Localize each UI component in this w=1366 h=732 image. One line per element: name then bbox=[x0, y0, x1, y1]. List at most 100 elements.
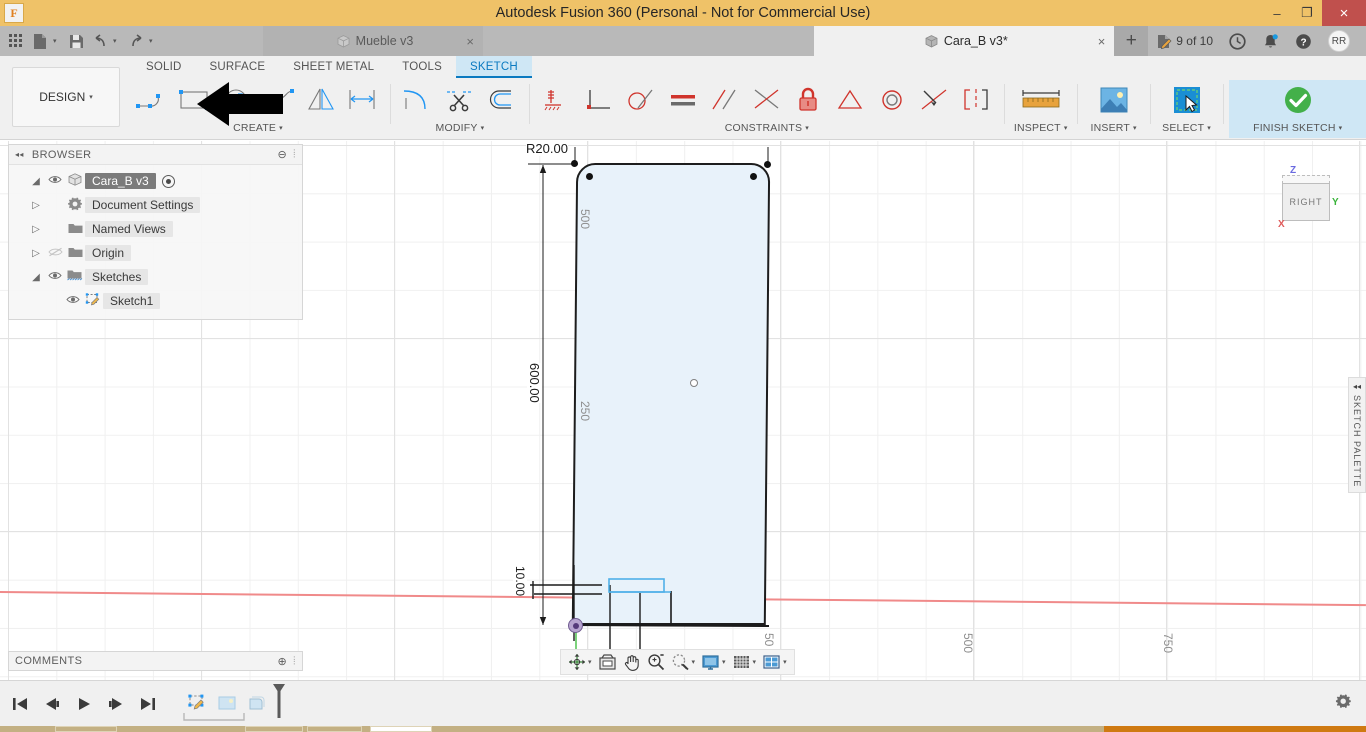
taskbar-item-active[interactable] bbox=[370, 726, 432, 732]
panel-label-constraints[interactable]: CONSTRAINTS ▾ bbox=[725, 120, 809, 136]
radius-dimension-label[interactable]: R20.00 bbox=[526, 141, 568, 156]
new-tab-button[interactable]: + bbox=[1114, 26, 1149, 56]
visibility-eye-icon[interactable] bbox=[45, 175, 65, 187]
activate-component-radio[interactable] bbox=[161, 174, 175, 188]
minimize-icon[interactable]: ⊖ bbox=[278, 148, 288, 161]
restore-button[interactable]: ❐ bbox=[1292, 0, 1322, 26]
dimension-icon[interactable] bbox=[342, 80, 384, 120]
sketch-origin-point[interactable] bbox=[568, 618, 583, 633]
perpendicular-icon[interactable] bbox=[578, 80, 620, 120]
redo-caret-icon[interactable]: ▾ bbox=[149, 37, 159, 45]
tree-item-sketches[interactable]: ◢ Sketches bbox=[9, 265, 302, 289]
fix-lock-icon[interactable] bbox=[788, 80, 830, 120]
undo-caret-icon[interactable]: ▾ bbox=[113, 37, 123, 45]
trim-icon[interactable] bbox=[439, 80, 481, 120]
coincident-icon[interactable] bbox=[914, 80, 956, 120]
select-cursor-icon[interactable] bbox=[1157, 80, 1217, 120]
new-document-caret-icon[interactable]: ▾ bbox=[53, 37, 63, 45]
chevron-down-icon[interactable]: ▾ bbox=[588, 658, 592, 666]
zoom-window-button[interactable]: ▾ bbox=[668, 650, 699, 674]
step-back-button[interactable] bbox=[42, 692, 62, 716]
tab-mueble-v3[interactable]: Mueble v3 × bbox=[263, 26, 483, 56]
viewports-button[interactable]: ▾ bbox=[759, 650, 790, 674]
taskbar-item[interactable] bbox=[55, 726, 117, 732]
sketch-point[interactable] bbox=[764, 161, 771, 168]
chevron-down-icon[interactable]: ▾ bbox=[753, 658, 757, 666]
tree-item-named-views[interactable]: ▷ Named Views bbox=[9, 217, 302, 241]
tab-solid[interactable]: SOLID bbox=[132, 56, 196, 78]
jump-to-start-button[interactable] bbox=[10, 692, 30, 716]
sketch-point[interactable] bbox=[750, 173, 757, 180]
tangent-icon[interactable] bbox=[620, 80, 662, 120]
pan-display-button[interactable] bbox=[595, 650, 620, 674]
parallel-icon[interactable] bbox=[704, 80, 746, 120]
zoom-button[interactable] bbox=[644, 650, 668, 674]
sketch-center-point[interactable] bbox=[690, 379, 698, 387]
chevron-down-icon[interactable]: ▾ bbox=[692, 658, 696, 666]
bottom-offset-dimension-label[interactable]: 10.00 bbox=[513, 566, 527, 597]
redo-icon[interactable] bbox=[125, 28, 147, 54]
panel-label-insert[interactable]: INSERT ▾ bbox=[1091, 120, 1137, 136]
symmetry-icon[interactable] bbox=[956, 80, 998, 120]
tab-surface[interactable]: SURFACE bbox=[196, 56, 280, 78]
timeline-settings-button[interactable] bbox=[1335, 693, 1366, 715]
chevron-down-icon[interactable]: ▾ bbox=[783, 658, 787, 666]
tab-sheet-metal[interactable]: SHEET METAL bbox=[279, 56, 388, 78]
midpoint-icon[interactable] bbox=[746, 80, 788, 120]
panel-label-inspect[interactable]: INSPECT ▾ bbox=[1014, 120, 1068, 136]
fillet-icon[interactable] bbox=[397, 80, 439, 120]
panel-label-select[interactable]: SELECT ▾ bbox=[1162, 120, 1211, 136]
save-icon[interactable] bbox=[65, 28, 87, 54]
close-button[interactable]: × bbox=[1322, 0, 1366, 26]
height-dimension-label[interactable]: 600.00 bbox=[527, 363, 542, 403]
workspace-selector[interactable]: DESIGN ▾ bbox=[12, 67, 120, 127]
measure-icon[interactable] bbox=[1011, 80, 1071, 120]
visibility-eye-off-icon[interactable] bbox=[45, 247, 65, 260]
sketch-point[interactable] bbox=[586, 173, 593, 180]
history-button[interactable] bbox=[1221, 26, 1254, 56]
expander-icon[interactable]: ◢ bbox=[27, 176, 45, 187]
jump-to-end-button[interactable] bbox=[138, 692, 158, 716]
step-forward-button[interactable] bbox=[106, 692, 126, 716]
view-cube[interactable]: RIGHT Z Y X bbox=[1274, 165, 1339, 230]
tab-sketch[interactable]: SKETCH bbox=[456, 56, 532, 78]
sketch-point[interactable] bbox=[571, 160, 578, 167]
panel-label-modify[interactable]: MODIFY ▾ bbox=[436, 120, 485, 136]
taskbar-item[interactable] bbox=[245, 726, 303, 732]
collapse-icon[interactable]: ◂◂ bbox=[15, 150, 24, 159]
undo-icon[interactable] bbox=[89, 28, 111, 54]
tab-close-icon[interactable]: × bbox=[466, 34, 474, 49]
notifications-button[interactable] bbox=[1254, 26, 1287, 56]
tab-close-icon[interactable]: × bbox=[1098, 34, 1106, 49]
panel-finish-sketch[interactable]: FINISH SKETCH ▾ bbox=[1229, 80, 1366, 138]
tree-item-document-settings[interactable]: ▷ Document Settings bbox=[9, 193, 302, 217]
job-status[interactable]: 9 of 10 bbox=[1148, 26, 1221, 56]
sketch-palette-panel[interactable]: ◂◂ SKETCH PALETTE bbox=[1348, 377, 1366, 493]
help-button[interactable]: ? bbox=[1287, 26, 1320, 56]
collapse-icon[interactable]: ◂◂ bbox=[1353, 382, 1361, 391]
offset-icon[interactable] bbox=[481, 80, 523, 120]
visibility-eye-icon[interactable] bbox=[63, 295, 83, 307]
taskbar-item[interactable] bbox=[307, 726, 362, 732]
collinear-icon[interactable] bbox=[830, 80, 872, 120]
finish-sketch-check-icon[interactable] bbox=[1268, 80, 1328, 120]
comments-panel[interactable]: COMMENTS ⊕ ⦙ bbox=[8, 651, 303, 671]
timeline-marker[interactable] bbox=[270, 683, 288, 724]
resize-grip-icon[interactable]: ⦙ bbox=[293, 148, 296, 161]
grid-snaps-button[interactable]: ▾ bbox=[729, 650, 760, 674]
expander-icon[interactable]: ▷ bbox=[27, 224, 45, 235]
grid-apps-icon[interactable] bbox=[5, 28, 27, 54]
minimize-button[interactable]: – bbox=[1262, 0, 1292, 26]
line-icon[interactable] bbox=[132, 80, 174, 120]
tree-item-sketch1[interactable]: Sketch1 bbox=[9, 289, 302, 313]
play-button[interactable] bbox=[74, 692, 94, 716]
tree-item-cara-b-v3[interactable]: ◢ Cara_B v3 bbox=[9, 169, 302, 193]
orbit-button[interactable]: ▾ bbox=[565, 650, 595, 674]
expander-icon[interactable]: ▷ bbox=[27, 248, 45, 259]
resize-grip-icon[interactable]: ⦙ bbox=[293, 655, 296, 668]
add-comment-icon[interactable]: ⊕ bbox=[278, 655, 288, 668]
concentric-icon[interactable] bbox=[872, 80, 914, 120]
new-document-icon[interactable] bbox=[29, 28, 51, 54]
tab-cara-b-v3[interactable]: Cara_B v3* × bbox=[814, 26, 1115, 56]
display-settings-button[interactable]: ▾ bbox=[698, 650, 729, 674]
